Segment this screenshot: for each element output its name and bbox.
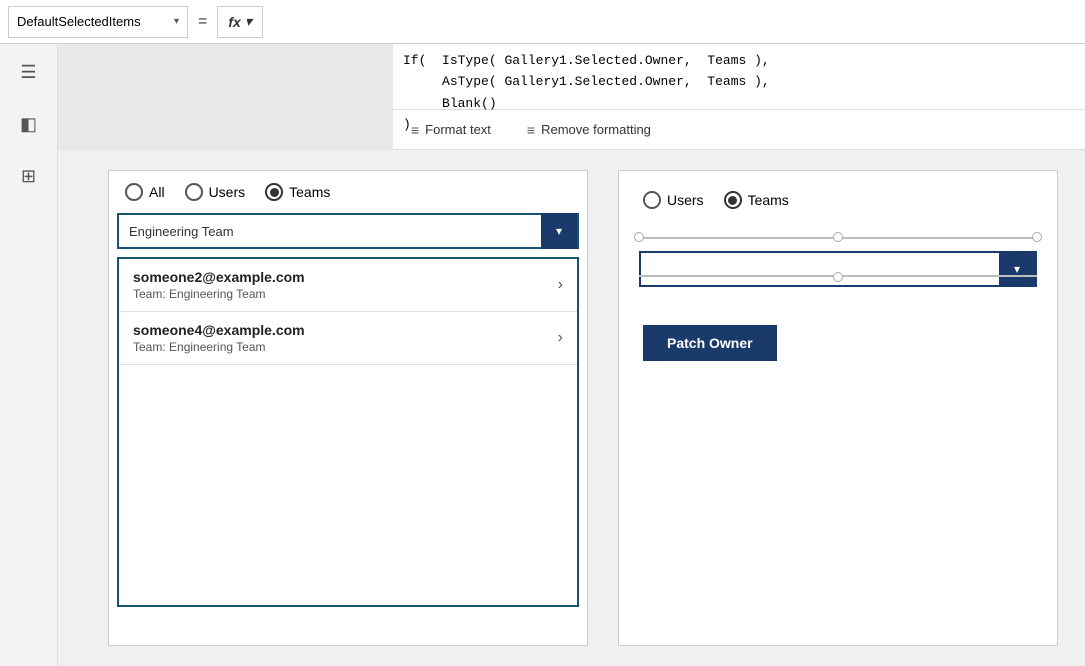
radio-all[interactable]: All (125, 183, 165, 201)
radio-teams[interactable]: Teams (265, 183, 330, 201)
chevron-down-icon: ▾ (174, 16, 179, 27)
right-radio-users-circle (643, 191, 661, 209)
formula-line-1: If( IsType( Gallery1.Selected.Owner, Tea… (403, 50, 1075, 71)
right-radio-users[interactable]: Users (643, 191, 704, 209)
patch-owner-button[interactable]: Patch Owner (643, 325, 777, 361)
property-label: DefaultSelectedItems (17, 14, 141, 29)
slider-handle-top-right[interactable] (1032, 232, 1042, 242)
sidebar-components-icon[interactable]: ⊞ (13, 160, 45, 192)
gallery-item-1[interactable]: someone2@example.com Team: Engineering T… (119, 259, 577, 312)
slider-handle-bottom-mid[interactable] (833, 272, 843, 282)
right-radio-users-label: Users (667, 192, 704, 208)
team-select-dropdown[interactable]: Engineering Team ▾ (117, 213, 579, 249)
property-dropdown[interactable]: DefaultSelectedItems ▾ (8, 6, 188, 38)
gallery-item-1-content: someone2@example.com Team: Engineering T… (133, 269, 558, 301)
gallery-item-2-chevron-icon: › (558, 329, 563, 347)
radio-teams-label: Teams (289, 184, 330, 200)
formula-line-2: AsType( Gallery1.Selected.Owner, Teams )… (403, 71, 1075, 92)
formula-code-panel: If( IsType( Gallery1.Selected.Owner, Tea… (393, 44, 1085, 110)
sidebar-hamburger-icon[interactable]: ☰ (13, 56, 45, 88)
fx-chevron-icon: ▾ (245, 13, 252, 30)
teams-select-chevron-icon[interactable]: ▾ (999, 251, 1035, 287)
slider-container: ▾ (639, 229, 1037, 279)
right-radio-teams-label: Teams (748, 192, 789, 208)
gallery-list: someone2@example.com Team: Engineering T… (117, 257, 579, 607)
slider-area: ▾ (619, 219, 1057, 289)
team-select-value: Engineering Team (119, 224, 541, 239)
gallery-empty-area (119, 365, 577, 605)
gallery-item-2-subtitle: Team: Engineering Team (133, 340, 558, 354)
right-app-panel: Users Teams ▾ (618, 170, 1058, 646)
gallery-item-2[interactable]: someone4@example.com Team: Engineering T… (119, 312, 577, 365)
left-sidebar: ☰ ◧ ⊞ (0, 44, 58, 666)
right-radio-teams[interactable]: Teams (724, 191, 789, 209)
fx-button[interactable]: fx ▾ (217, 6, 263, 38)
canvas-area: All Users Teams Engineering Team ▾ someo… (58, 150, 1085, 666)
slider-handle-top-mid[interactable] (833, 232, 843, 242)
gallery-item-1-title: someone2@example.com (133, 269, 558, 285)
formula-bar: DefaultSelectedItems ▾ = fx ▾ (0, 0, 1085, 44)
left-radio-row: All Users Teams (109, 171, 587, 213)
equals-sign: = (194, 13, 211, 31)
radio-all-circle (125, 183, 143, 201)
right-radio-teams-circle (724, 191, 742, 209)
radio-users-circle (185, 183, 203, 201)
slider-handle-top-left[interactable] (634, 232, 644, 242)
gallery-item-1-chevron-icon: › (558, 276, 563, 294)
gallery-item-1-subtitle: Team: Engineering Team (133, 287, 558, 301)
team-select-chevron-icon[interactable]: ▾ (541, 213, 577, 249)
formula-line-4: ) (403, 114, 1075, 135)
sidebar-layers-icon[interactable]: ◧ (13, 108, 45, 140)
gallery-item-2-content: someone4@example.com Team: Engineering T… (133, 322, 558, 354)
patch-owner-section: Patch Owner (619, 309, 1057, 377)
radio-all-label: All (149, 184, 165, 200)
radio-users[interactable]: Users (185, 183, 246, 201)
formula-line-3: Blank() (403, 93, 1075, 114)
radio-teams-circle (265, 183, 283, 201)
right-radio-row: Users Teams (619, 171, 1057, 219)
left-app-panel: All Users Teams Engineering Team ▾ someo… (108, 170, 588, 646)
gallery-item-2-title: someone4@example.com (133, 322, 558, 338)
radio-users-label: Users (209, 184, 246, 200)
fx-label: fx (228, 14, 240, 30)
